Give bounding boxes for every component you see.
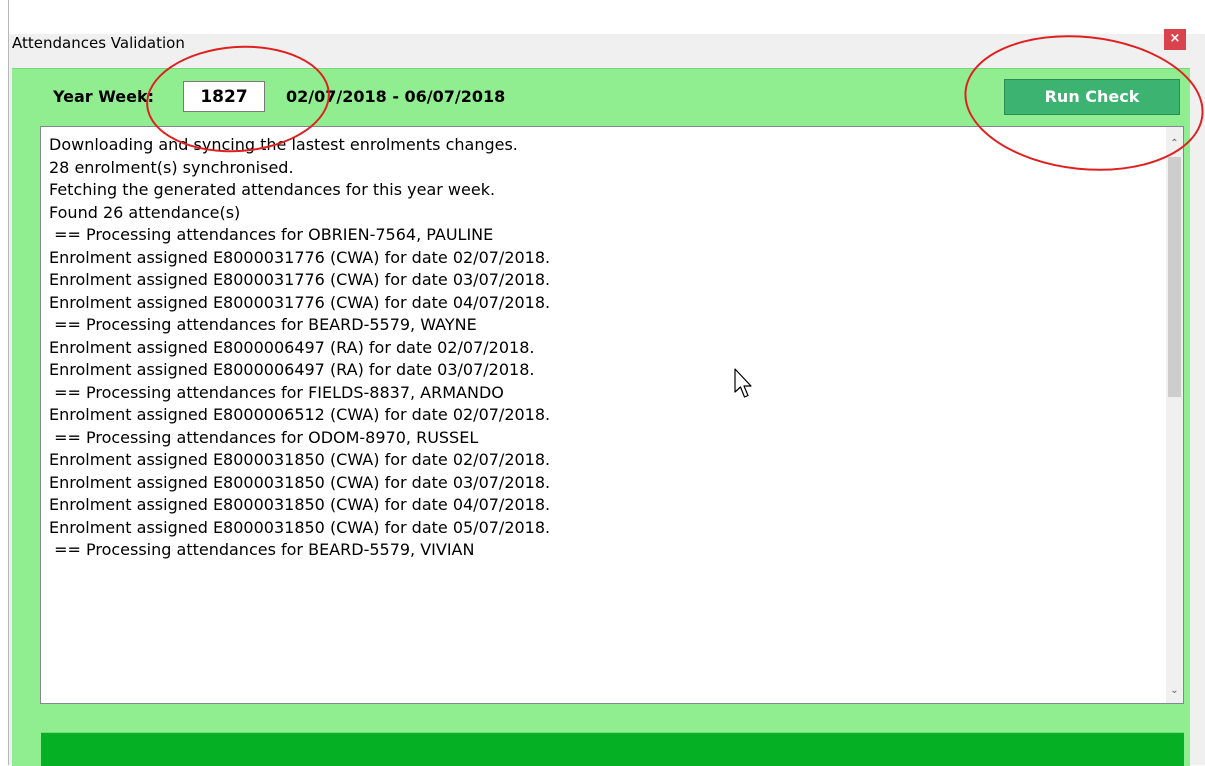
run-check-button[interactable]: Run Check	[1004, 79, 1180, 115]
scroll-up-icon[interactable]: ⌃	[1166, 135, 1183, 152]
log-line: == Processing attendances for BEARD-5579…	[49, 540, 475, 559]
log-line: Enrolment assigned E8000031776 (CWA) for…	[49, 292, 551, 312]
log-line: Enrolment assigned E8000006497 (RA) for …	[49, 360, 535, 379]
log-line: 28 enrolment(s) synchronised.	[49, 157, 294, 177]
log-line: Found 26 attendance(s)	[49, 202, 241, 222]
log-line: == Processing attendances for FIELDS-883…	[49, 382, 504, 402]
log-line: == Processing attendances for ODOM-8970,…	[49, 427, 479, 447]
close-button[interactable]: ×	[1164, 29, 1186, 50]
log-line: Fetching the generated attendances for t…	[49, 180, 496, 199]
log-line: Enrolment assigned E8000031850 (CWA) for…	[49, 450, 551, 469]
status-progress-bar	[41, 732, 1184, 766]
log-textbox[interactable]: Downloading and syncing the lastest enro…	[40, 126, 1184, 704]
scroll-down-icon[interactable]: ⌄	[1166, 682, 1183, 699]
log-lines: Downloading and syncing the lastest enro…	[49, 134, 1149, 562]
log-line: Enrolment assigned E8000031776 (CWA) for…	[49, 247, 551, 267]
title-bar	[9, 0, 1205, 34]
log-line: Enrolment assigned E8000031850 (CWA) for…	[49, 472, 551, 492]
log-line: Enrolment assigned E8000006512 (CWA) for…	[49, 405, 551, 424]
date-range-label: 02/07/2018 - 06/07/2018	[286, 87, 506, 106]
log-line: Enrolment assigned E8000031850 (CWA) for…	[49, 517, 551, 537]
log-line: Enrolment assigned E8000031850 (CWA) for…	[49, 495, 551, 514]
log-line: == Processing attendances for BEARD-5579…	[49, 315, 477, 334]
year-week-input[interactable]	[183, 81, 265, 112]
log-line: == Processing attendances for OBRIEN-756…	[49, 225, 494, 244]
log-line: Enrolment assigned E8000031776 (CWA) for…	[49, 270, 551, 289]
vertical-scrollbar[interactable]: ⌃ ⌄	[1166, 127, 1183, 703]
log-line: Downloading and syncing the lastest enro…	[49, 135, 518, 154]
scroll-thumb[interactable]	[1168, 157, 1181, 397]
year-week-label: Year Week:	[53, 87, 155, 106]
window-title: Attendances Validation	[12, 34, 185, 52]
log-line: Enrolment assigned E8000006497 (RA) for …	[49, 337, 535, 357]
